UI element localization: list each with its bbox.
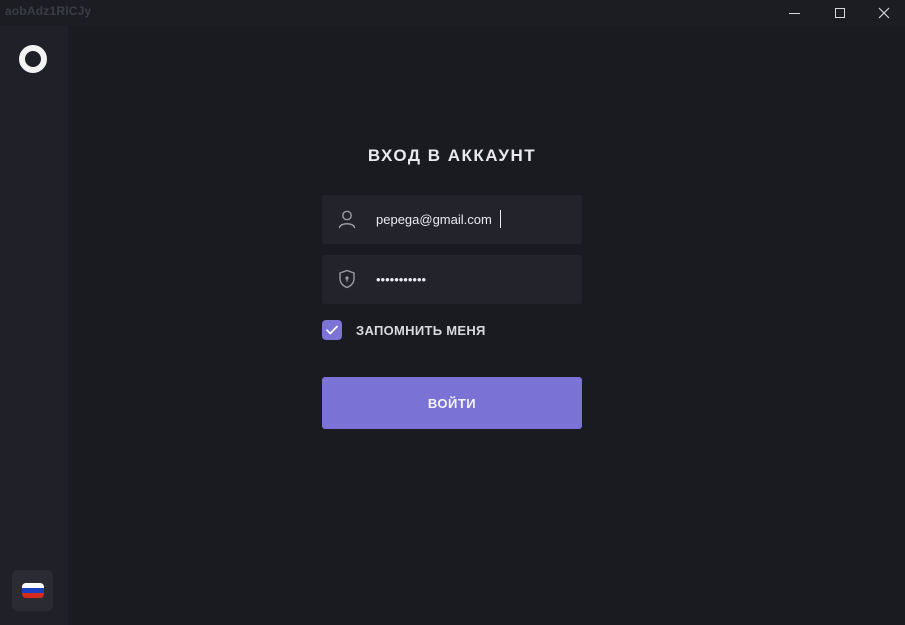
sidebar — [0, 26, 68, 625]
main-content: ВХОД В АККАУНТ ЗАПОМНИТЬ МЕНЯ — [68, 26, 905, 625]
minimize-icon — [788, 12, 800, 14]
close-button[interactable] — [862, 0, 905, 26]
russian-flag-icon — [21, 583, 44, 598]
login-button[interactable]: ВОЙТИ — [322, 377, 582, 429]
page-title: ВХОД В АККАУНТ — [367, 146, 537, 165]
password-input[interactable] — [376, 255, 572, 304]
email-field[interactable] — [322, 195, 582, 244]
user-icon — [338, 210, 356, 229]
checkmark-icon — [326, 325, 338, 335]
remember-checkbox[interactable] — [322, 320, 342, 340]
flag-stripe-red — [21, 593, 44, 598]
language-button[interactable] — [12, 570, 53, 611]
remember-label: ЗАПОМНИТЬ МЕНЯ — [356, 322, 486, 338]
maximize-icon — [835, 8, 845, 18]
remember-me[interactable]: ЗАПОМНИТЬ МЕНЯ — [322, 320, 486, 340]
shield-lock-icon — [339, 269, 355, 289]
ring-logo-icon — [19, 45, 47, 73]
text-caret — [500, 210, 501, 228]
minimize-button[interactable] — [772, 0, 816, 26]
app-window: aobAdz1RlCJy ВХОД В АККАУНТ pepega@gmail… — [0, 0, 905, 625]
email-input[interactable] — [376, 195, 572, 244]
password-field[interactable] — [322, 255, 582, 304]
title-bar[interactable]: aobAdz1RlCJy — [0, 0, 905, 26]
close-icon — [878, 7, 890, 19]
window-title: aobAdz1RlCJy — [5, 4, 92, 18]
maximize-button[interactable] — [818, 0, 862, 26]
